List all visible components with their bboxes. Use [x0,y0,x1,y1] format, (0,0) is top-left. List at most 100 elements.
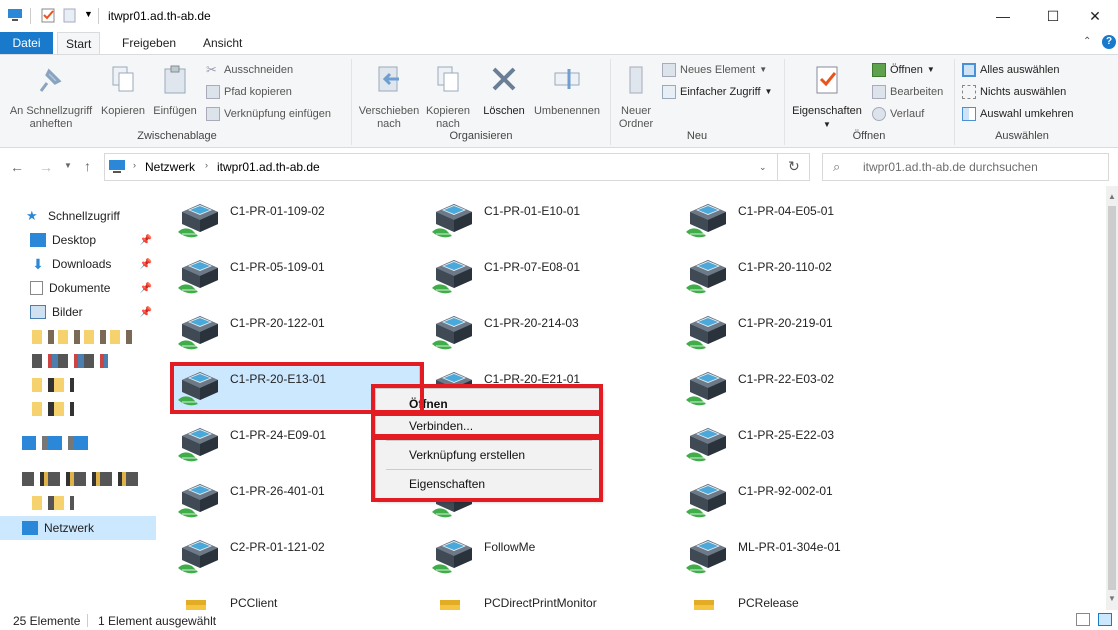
redacted-item[interactable] [22,472,138,486]
star-icon: ★ [26,208,38,223]
easy-access-button[interactable]: Einfacher Zugriff ▼ [662,83,772,101]
back-arrow-icon[interactable]: ← [10,159,24,175]
nav-downloads[interactable]: ⬇ Downloads 📌 [0,252,156,276]
printer-item[interactable]: C1-PR-01-E10-01 [412,196,658,244]
up-arrow-icon[interactable]: ↑ [84,158,91,174]
printer-item[interactable]: C1-PR-05-109-01 [158,252,404,300]
details-view-icon[interactable] [1076,613,1090,626]
new-item-label: Neues Element [680,64,756,76]
folder-item[interactable]: PCRelease [666,588,912,610]
printer-item[interactable]: C1-PR-04-E05-01 [666,196,912,244]
pin-icon [39,68,62,92]
printer-item[interactable]: C1-PR-07-E08-01 [412,252,658,300]
pin-icon: 📌 [139,306,152,318]
edit-label: Bearbeiten [890,86,944,98]
edit-icon [872,85,886,99]
printer-item[interactable]: C1-PR-20-122-01 [158,308,404,356]
printer-item[interactable]: C2-PR-01-121-02 [158,532,404,580]
edit-button[interactable]: Bearbeiten [872,83,943,101]
printer-item[interactable]: C1-PR-20-219-01 [666,308,912,356]
printer-item[interactable]: C1-PR-22-E03-02 [666,364,912,412]
move-to-button[interactable]: Verschieben nach [356,59,422,131]
history-button[interactable]: Verlauf [872,105,924,123]
printer-item[interactable]: C1-PR-01-109-02 [158,196,404,244]
collapse-ribbon-icon[interactable]: ⌃ [1083,36,1091,47]
delete-button[interactable]: Löschen [480,59,528,118]
search-box[interactable]: ⌕ itwpr01.ad.th-ab.de durchsuchen [822,153,1109,181]
tab-start[interactable]: Start [57,32,101,55]
paste-shortcut-button[interactable]: Verknüpfung einfügen [206,105,331,123]
nav-documents[interactable]: Dokumente 📌 [0,276,156,300]
vertical-scrollbar[interactable]: ▲ ▼ [1106,186,1118,610]
close-button[interactable]: ✕ [1072,0,1118,32]
printer-item[interactable]: C1-PR-25-E22-03 [666,420,912,468]
item-label: PCRelease [738,596,799,610]
nav-label: Netzwerk [44,521,95,535]
item-label: C1-PR-20-214-03 [484,316,579,330]
folder-item[interactable]: PCDirectPrintMonitor [412,588,658,610]
pin-icon: 📌 [139,258,152,270]
select-all-button[interactable]: Alles auswählen [962,61,1060,79]
tab-datei[interactable]: Datei [0,32,53,54]
minimize-button[interactable]: — [980,0,1026,32]
refresh-icon[interactable]: ↻ [788,158,800,175]
properties-icon[interactable] [40,7,56,23]
item-label: PCClient [230,596,278,610]
copy-button[interactable]: Kopieren [99,59,147,118]
forward-arrow-icon[interactable]: → [39,159,53,175]
paste-button[interactable]: Einfügen [150,59,200,118]
new-item-button[interactable]: Neues Element ▼ [662,61,767,79]
desktop-icon [30,233,46,247]
tab-freigeben[interactable]: Freigeben [114,32,184,54]
maximize-button[interactable]: ☐ [1030,0,1076,32]
recent-locations-icon[interactable]: ▼ [64,161,72,170]
select-none-button[interactable]: Nichts auswählen [962,83,1066,101]
help-icon[interactable]: ? [1102,35,1116,49]
pin-quick-access-button[interactable]: An Schnellzugriff anheften [4,59,98,131]
printer-item[interactable]: C1-PR-20-110-02 [666,252,912,300]
copy-path-button[interactable]: Pfad kopieren [206,83,292,101]
folder-item[interactable]: PCClient [158,588,404,610]
properties-button[interactable]: Eigenschaften ▼ [788,59,866,131]
item-label: C1-PR-01-109-02 [230,204,325,218]
open-button[interactable]: Öffnen ▼ [872,61,935,79]
copy-to-button[interactable]: Kopieren nach [422,59,474,131]
redacted-item[interactable] [32,330,132,344]
address-bar[interactable]: › Netzwerk › itwpr01.ad.th-ab.de ⌄ ↻ [104,153,810,181]
scroll-down-icon[interactable]: ▼ [1108,594,1116,603]
item-label: C1-PR-04-E05-01 [738,204,835,218]
breadcrumb-host[interactable]: itwpr01.ad.th-ab.de [217,160,320,174]
printer-icon [684,254,730,298]
redacted-item[interactable] [32,402,74,416]
nav-pictures[interactable]: Bilder 📌 [0,300,156,324]
printer-item[interactable]: ML-PR-01-304e-01 [666,532,912,580]
tab-ansicht[interactable]: Ansicht [195,32,250,54]
new-folder-icon[interactable] [62,7,78,23]
redacted-item[interactable] [32,354,108,368]
scrollbar-thumb[interactable] [1108,206,1116,590]
nav-desktop[interactable]: Desktop 📌 [0,228,156,252]
scissors-icon: ✂ [206,62,217,77]
redacted-item[interactable] [32,378,74,392]
nav-quick-access[interactable]: ★ Schnellzugriff [0,204,156,228]
scroll-up-icon[interactable]: ▲ [1108,192,1116,201]
large-icons-view-icon[interactable] [1098,613,1112,626]
delete-icon [492,67,516,91]
qat-dropdown-icon[interactable]: ▼ [84,9,93,19]
redacted-item[interactable] [22,436,88,450]
printer-item[interactable]: C1-PR-92-002-01 [666,476,912,524]
redacted-item[interactable] [32,496,74,510]
breadcrumb-network[interactable]: Netzwerk [145,160,195,174]
printer-item[interactable]: FollowMe [412,532,658,580]
nav-network[interactable]: Netzwerk [0,516,156,540]
printer-item[interactable]: C1-PR-24-E09-01 [158,420,404,468]
rename-button[interactable]: Umbenennen [530,59,604,118]
new-folder-button[interactable]: Neuer Ordner [614,59,658,131]
printer-item[interactable]: C1-PR-26-401-01 [158,476,404,524]
address-dropdown-icon[interactable]: ⌄ [759,162,767,173]
printer-item[interactable]: C1-PR-20-214-03 [412,308,658,356]
divider [777,154,778,180]
title-bar: ▼ itwpr01.ad.th-ab.de — ☐ ✕ [0,0,1118,32]
cut-button[interactable]: ✂ Ausschneiden [206,61,293,79]
invert-selection-button[interactable]: Auswahl umkehren [962,105,1074,123]
